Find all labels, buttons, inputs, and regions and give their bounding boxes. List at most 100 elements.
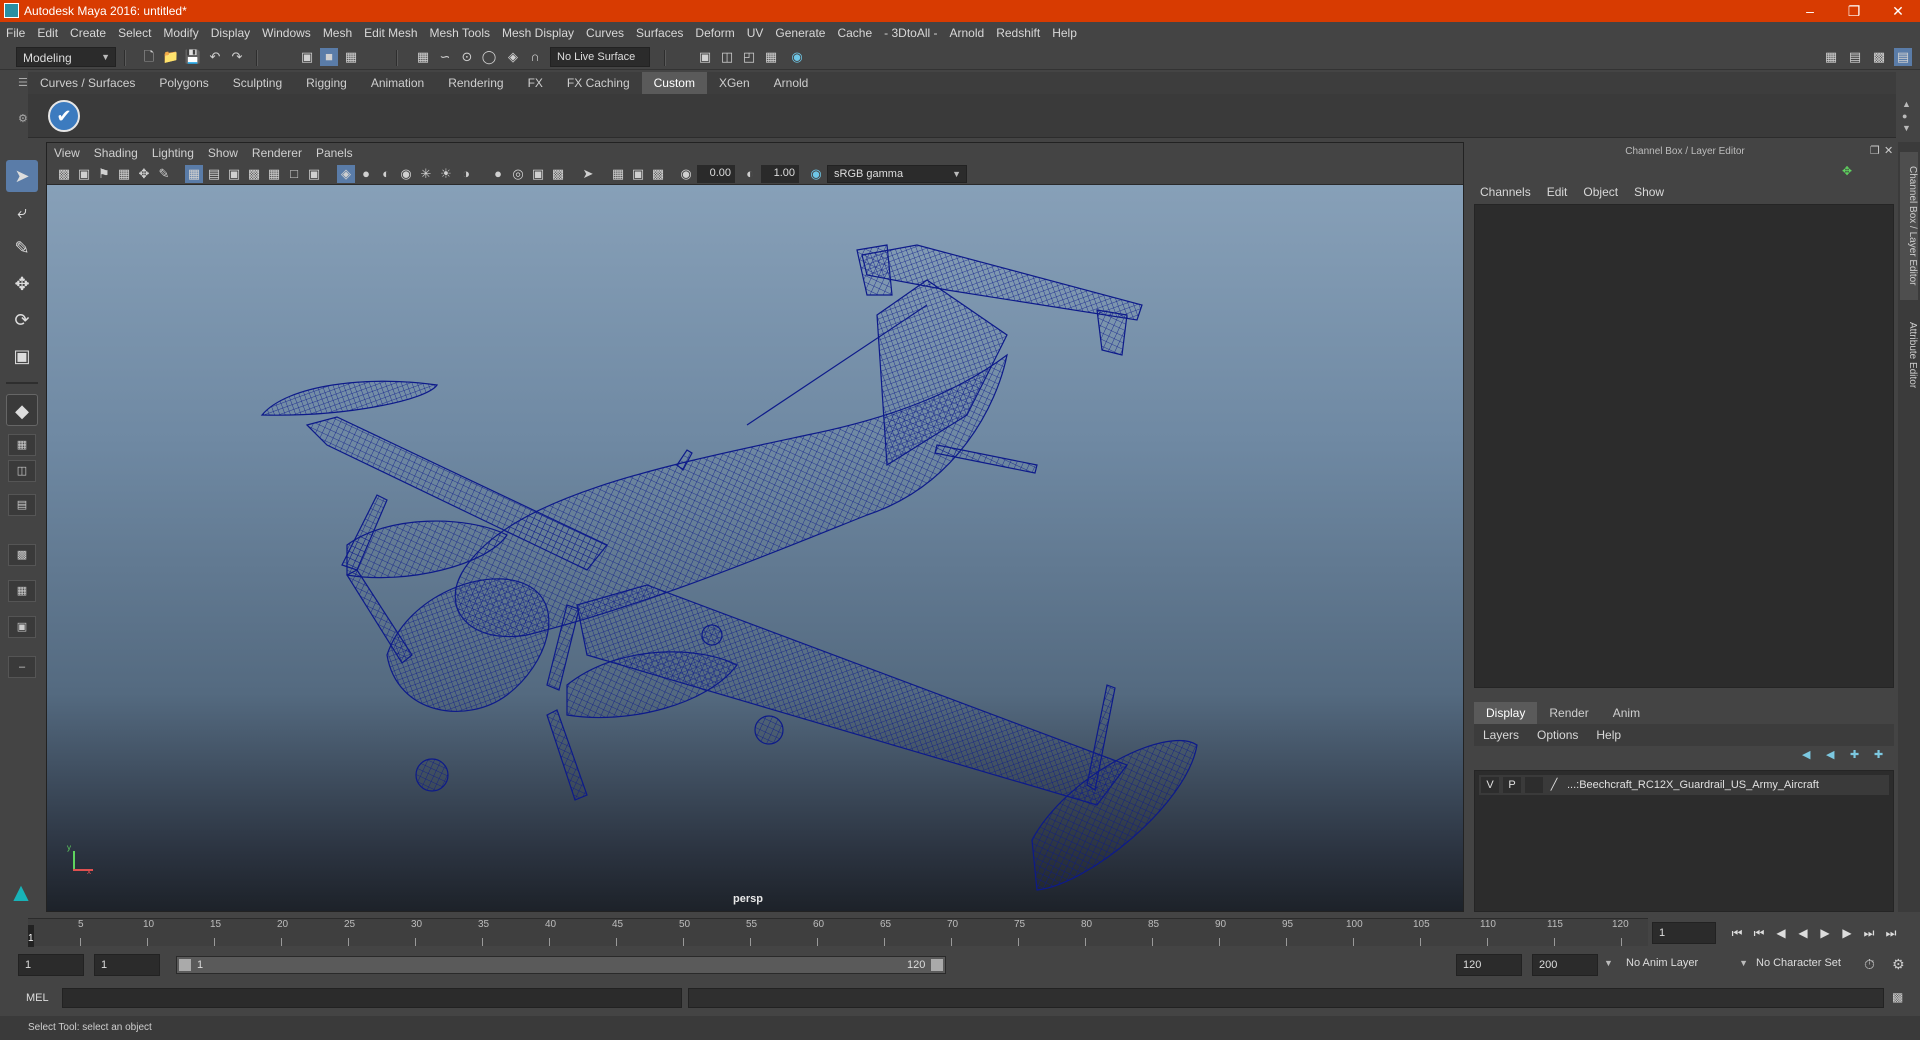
shelf-tab-polygons[interactable]: Polygons	[147, 72, 220, 94]
camera-attributes-icon[interactable]: ▣	[75, 165, 93, 183]
menu-redshift[interactable]: Redshift	[990, 22, 1046, 44]
manipulator-icon[interactable]: ✥	[1842, 164, 1852, 178]
cb-menu-show[interactable]: Show	[1626, 182, 1672, 202]
menu-surfaces[interactable]: Surfaces	[630, 22, 689, 44]
move-layer-down-icon[interactable]: ◀	[1826, 748, 1834, 761]
layer-color-swatch[interactable]: ╱	[1545, 777, 1563, 793]
menu-create[interactable]: Create	[64, 22, 112, 44]
move-tool-icon[interactable]: ✥	[6, 268, 38, 300]
menu-modify[interactable]: Modify	[157, 22, 204, 44]
go-to-end-icon[interactable]: ⏭	[1882, 924, 1900, 942]
color-management-icon[interactable]: ◉	[807, 165, 825, 183]
save-scene-icon[interactable]: 💾	[184, 48, 202, 66]
render-view-icon[interactable]: ▦	[762, 48, 780, 66]
viewport-panel[interactable]: View Shading Lighting Show Renderer Panels ▩ …	[46, 142, 1464, 912]
shelf-tab-curves-surfaces[interactable]: Curves / Surfaces	[28, 72, 147, 94]
film-gate-icon[interactable]: ▤	[205, 165, 223, 183]
lasso-tool-icon[interactable]: ⤶	[6, 196, 38, 228]
select-hierarchy-icon[interactable]: ▣	[298, 48, 316, 66]
scale-tool-icon[interactable]: ▣	[6, 340, 38, 372]
graph-layout-icon[interactable]: ▩	[8, 544, 36, 566]
play-forwards-icon[interactable]: ▶	[1816, 924, 1834, 942]
go-to-start-icon[interactable]: ⏮	[1728, 924, 1746, 942]
paint-select-icon[interactable]: ✎	[6, 232, 38, 264]
menu-cache[interactable]: Cache	[831, 22, 878, 44]
shelf-tab-xgen[interactable]: XGen	[707, 72, 762, 94]
image-plane-icon[interactable]: ▦	[115, 165, 133, 183]
snap-curve-icon[interactable]: ∽	[436, 48, 454, 66]
shelf-tab-animation[interactable]: Animation	[359, 72, 436, 94]
resolution-gate-icon[interactable]: ▣	[225, 165, 243, 183]
hypershade-icon[interactable]: ◉	[788, 48, 806, 66]
depth-of-field-icon[interactable]: ▩	[549, 165, 567, 183]
close-panel-icon[interactable]: ✕	[1884, 144, 1893, 157]
menu-windows[interactable]: Windows	[256, 22, 317, 44]
view-transform-dropdown[interactable]: sRGB gamma ▼	[827, 165, 967, 183]
range-slider[interactable]: 1 120	[176, 956, 946, 974]
field-chart-icon[interactable]: ▦	[265, 165, 283, 183]
float-panel-icon[interactable]: ❐	[1870, 144, 1880, 157]
safe-title-icon[interactable]: ▣	[305, 165, 323, 183]
side-tab-channel-box[interactable]: Channel Box / Layer Editor	[1900, 152, 1918, 300]
two-pane-layout-icon[interactable]: ◫	[8, 460, 36, 482]
live-surface-field[interactable]: No Live Surface	[550, 47, 650, 67]
screen-space-ao-icon[interactable]: ●	[489, 165, 507, 183]
character-set-dropdown[interactable]: No Character Set	[1750, 954, 1860, 976]
aircraft-wireframe-model[interactable]	[47, 185, 1463, 911]
animation-end-field[interactable]: 200	[1532, 954, 1598, 976]
step-forward-frame-icon[interactable]: ▶	[1838, 924, 1856, 942]
single-pane-layout-icon[interactable]: ◆	[6, 394, 38, 426]
viewport-menu-lighting[interactable]: Lighting	[145, 143, 201, 163]
xray-joints-icon[interactable]: ▣	[629, 165, 647, 183]
menu-arnold[interactable]: Arnold	[944, 22, 991, 44]
menu-mesh[interactable]: Mesh	[317, 22, 358, 44]
gamma-field[interactable]: 1.00	[761, 165, 799, 183]
select-object-icon[interactable]: ■	[320, 48, 338, 66]
motion-blur-icon[interactable]: ◎	[509, 165, 527, 183]
outliner-layout-icon[interactable]: ▤	[8, 494, 36, 516]
gamma-icon[interactable]: ◐	[741, 165, 759, 183]
menu-mesh-tools[interactable]: Mesh Tools	[424, 22, 496, 44]
range-start-handle[interactable]	[179, 959, 191, 971]
menu-file[interactable]: File	[0, 22, 31, 44]
restore-icon[interactable]: ❐	[1832, 0, 1876, 22]
viewport-menu-renderer[interactable]: Renderer	[245, 143, 309, 163]
exposure-field[interactable]: 0.00	[697, 165, 735, 183]
step-back-frame-icon[interactable]: ◀	[1772, 924, 1790, 942]
script-editor-icon[interactable]: ▩	[1892, 990, 1903, 1004]
xray-icon[interactable]: ▦	[609, 165, 627, 183]
mel-language-toggle[interactable]: MEL	[26, 992, 49, 1004]
shelf-tab-rigging[interactable]: Rigging	[294, 72, 359, 94]
snap-point-icon[interactable]: ⊙	[458, 48, 476, 66]
layer-display-type-toggle[interactable]	[1525, 777, 1543, 793]
shelf-tab-sculpting[interactable]: Sculpting	[221, 72, 294, 94]
open-scene-icon[interactable]: 📁	[162, 48, 180, 66]
cb-menu-edit[interactable]: Edit	[1539, 182, 1576, 202]
viewport-menu-panels[interactable]: Panels	[309, 143, 360, 163]
layer-menu-layers[interactable]: Layers	[1474, 724, 1528, 746]
2d-pan-zoom-icon[interactable]: ✥	[135, 165, 153, 183]
menu-uv[interactable]: UV	[741, 22, 770, 44]
layer-tab-display[interactable]: Display	[1474, 702, 1538, 724]
menu-help[interactable]: Help	[1046, 22, 1083, 44]
layer-visibility-toggle[interactable]: V	[1481, 777, 1499, 793]
menu-display[interactable]: Display	[205, 22, 256, 44]
shelf-tab-arnold[interactable]: Arnold	[762, 72, 821, 94]
shelf-tab-fx-caching[interactable]: FX Caching	[555, 72, 642, 94]
minimize-icon[interactable]: –	[1788, 0, 1832, 22]
menu-select[interactable]: Select	[112, 22, 157, 44]
use-all-lights-icon[interactable]: ☀	[437, 165, 455, 183]
select-component-icon[interactable]: ▦	[342, 48, 360, 66]
menu-3dtoall[interactable]: - 3DtoAll -	[878, 22, 943, 44]
toggle-attribute-editor-icon[interactable]: ▤	[1846, 48, 1864, 66]
safe-action-icon[interactable]: □	[285, 165, 303, 183]
channel-box-area[interactable]	[1474, 204, 1894, 688]
viewport-menu-shading[interactable]: Shading	[87, 143, 145, 163]
snap-surface-icon[interactable]: ◈	[504, 48, 522, 66]
current-frame-field[interactable]: 1	[1652, 922, 1716, 944]
range-end-handle[interactable]	[931, 959, 943, 971]
command-input[interactable]	[62, 988, 682, 1008]
new-scene-icon[interactable]: 🗋	[140, 48, 158, 66]
cb-menu-object[interactable]: Object	[1575, 182, 1626, 202]
menu-edit[interactable]: Edit	[31, 22, 64, 44]
